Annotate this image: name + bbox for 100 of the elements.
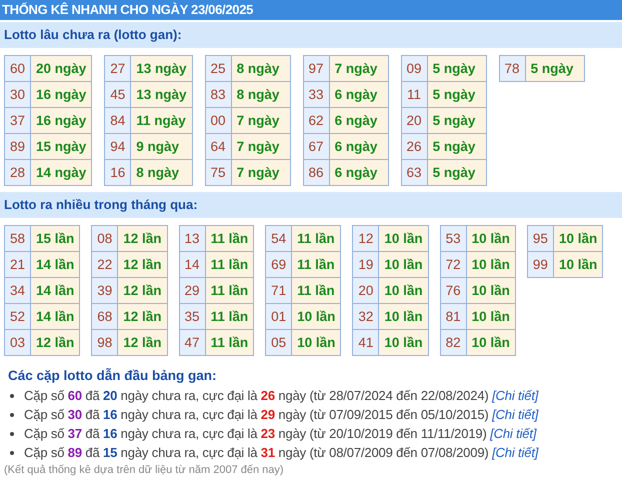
number-cell: 34	[4, 278, 30, 304]
count-cell: 10 lần	[292, 330, 341, 356]
number-cell: 16	[104, 160, 131, 186]
count-cell: 14 lần	[30, 304, 80, 330]
count-cell: 14 ngày	[30, 160, 92, 186]
count-cell: 6 ngày	[329, 160, 388, 186]
number-cell: 58	[4, 226, 30, 252]
count-cell: 10 lần	[378, 252, 428, 278]
number-cell: 53	[440, 226, 466, 252]
count-cell: 10 lần	[466, 278, 516, 304]
count-cell: 11 lần	[292, 252, 341, 278]
count-cell: 5 ngày	[427, 108, 486, 134]
number-cell: 67	[303, 134, 330, 160]
count-cell: 10 lần	[553, 252, 603, 278]
count-cell: 7 ngày	[231, 108, 290, 134]
count-cell: 11 lần	[205, 278, 254, 304]
number-cell: 52	[4, 304, 30, 330]
section-heading: Lotto lâu chưa ra (lotto gan):	[0, 22, 622, 48]
number-cell: 20	[401, 108, 428, 134]
number-cell: 82	[440, 330, 466, 356]
count-cell: 11 lần	[205, 252, 254, 278]
count-cell: 7 ngày	[329, 56, 388, 82]
section-heading: Lotto ra nhiều trong tháng qua:	[0, 192, 622, 218]
number-cell: 22	[92, 252, 118, 278]
summary-sentence: Cặp số 89 đã 15 ngày chưa ra, cực đại là 31 ngày (từ 08/07/2009 đến 07/08/2009) [Chi tiết]	[24, 445, 538, 460]
count-cell: 12 lần	[118, 226, 168, 252]
count-cell: 7 ngày	[231, 160, 290, 186]
number-cell: 54	[266, 226, 292, 252]
count-cell: 8 ngày	[231, 56, 290, 82]
count-cell: 14 lần	[30, 252, 80, 278]
number-cell: 97	[303, 56, 330, 82]
count-cell: 6 ngày	[329, 134, 388, 160]
count-cell: 15 lần	[30, 226, 80, 252]
number-cell: 60	[4, 56, 30, 82]
bullet-icon	[10, 394, 14, 398]
number-cell: 32	[352, 304, 379, 330]
number-cell: 45	[104, 82, 131, 108]
number-cell: 25	[205, 56, 232, 82]
number-cell: 09	[401, 56, 428, 82]
number-cell: 84	[104, 108, 131, 134]
count-cell: 12 lần	[118, 278, 168, 304]
number-cell: 21	[4, 252, 30, 278]
count-cell: 12 lần	[118, 304, 168, 330]
number-cell: 12	[352, 226, 379, 252]
count-cell: 11 lần	[205, 330, 254, 356]
number-cell: 14	[179, 252, 206, 278]
count-cell: 10 lần	[378, 330, 428, 356]
count-cell: 10 lần	[378, 278, 428, 304]
count-cell: 10 lần	[292, 304, 341, 330]
bullet-icon	[10, 412, 14, 416]
count-cell: 10 lần	[466, 226, 516, 252]
details-link[interactable]: [Chi tiết]	[490, 426, 536, 441]
number-cell: 19	[352, 252, 379, 278]
number-cell: 78	[499, 56, 526, 82]
count-cell: 11 lần	[205, 226, 254, 252]
title-bar: THỐNG KÊ NHANH CHO NGÀY 23/06/2025	[0, 0, 622, 20]
number-cell: 37	[4, 108, 30, 134]
count-cell: 11 ngày	[130, 108, 192, 134]
summary-sentence: Cặp số 60 đã 20 ngày chưa ra, cực đại là 26 ngày (từ 28/07/2024 đến 22/08/2024) [Chi tiết]	[24, 388, 538, 403]
count-cell: 16 ngày	[30, 82, 92, 108]
number-cell: 98	[92, 330, 118, 356]
number-cell: 11	[401, 82, 428, 108]
details-link[interactable]: [Chi tiết]	[492, 388, 538, 403]
count-cell: 12 lần	[30, 330, 80, 356]
number-cell: 13	[179, 226, 206, 252]
count-cell: 10 lần	[378, 226, 428, 252]
count-cell: 10 lần	[466, 330, 516, 356]
summary-sentence: Cặp số 30 đã 16 ngày chưa ra, cực đại là 29 ngày (từ 07/09/2015 đến 05/10/2015) [Chi tiết]	[24, 407, 538, 422]
number-cell: 75	[205, 160, 232, 186]
count-cell: 5 ngày	[427, 134, 486, 160]
count-cell: 10 lần	[466, 252, 516, 278]
summary-sentence: Cặp số 37 đã 16 ngày chưa ra, cực đại là 23 ngày (từ 20/10/2019 đến 11/11/2019) [Chi tiết]	[24, 426, 536, 441]
details-link[interactable]: [Chi tiết]	[492, 445, 538, 460]
count-cell: 13 ngày	[130, 82, 192, 108]
bullet-icon	[10, 432, 14, 436]
count-cell: 12 lần	[118, 252, 168, 278]
number-cell: 69	[266, 252, 292, 278]
number-cell: 20	[352, 278, 379, 304]
number-cell: 71	[266, 278, 292, 304]
count-cell: 10 lần	[553, 226, 603, 252]
count-cell: 9 ngày	[130, 134, 192, 160]
count-cell: 8 ngày	[231, 82, 290, 108]
number-cell: 99	[527, 252, 554, 278]
count-cell: 5 ngày	[525, 56, 584, 82]
count-cell: 6 ngày	[329, 108, 388, 134]
count-cell: 11 lần	[292, 226, 341, 252]
number-cell: 26	[401, 134, 428, 160]
count-cell: 7 ngày	[231, 134, 290, 160]
number-cell: 08	[92, 226, 118, 252]
count-cell: 13 ngày	[130, 56, 192, 82]
details-link[interactable]: [Chi tiết]	[492, 407, 538, 422]
number-cell: 00	[205, 108, 232, 134]
number-cell: 28	[4, 160, 30, 186]
footnote: (Kết quả thống kê dựa trên dữ liệu từ năm 2007 đến nay)	[4, 464, 285, 476]
count-cell: 20 ngày	[30, 56, 92, 82]
number-cell: 95	[527, 226, 554, 252]
count-cell: 11 lần	[205, 304, 254, 330]
count-cell: 11 lần	[292, 278, 341, 304]
count-cell: 16 ngày	[30, 108, 92, 134]
count-cell: 15 ngày	[30, 134, 92, 160]
